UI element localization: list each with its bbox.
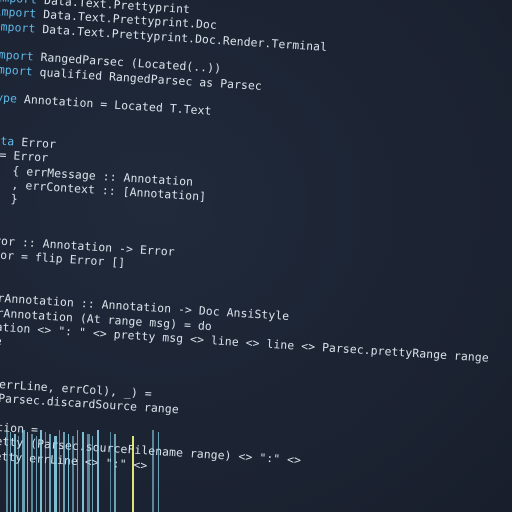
code-keyword: import	[0, 47, 35, 64]
glitch-streak	[31, 434, 33, 512]
glitch-streak	[63, 432, 65, 512]
code-line: type Annotation = Located T.Text	[0, 90, 212, 118]
glitch-streak	[132, 436, 134, 512]
glitch-streak	[27, 432, 28, 512]
glitch-streak	[36, 436, 37, 512]
code-keyword: type	[0, 89, 18, 106]
glitch-streak	[158, 432, 159, 512]
code-line: location <> ": " <> pretty msg <> line <…	[0, 318, 489, 364]
glitch-streak	[92, 436, 93, 512]
glitch-streak	[72, 436, 74, 512]
glitch-streak	[97, 430, 99, 512]
glitch-streak	[45, 432, 46, 512]
code-keyword: import	[0, 61, 34, 78]
code-text: }	[10, 191, 19, 206]
glitch-streak	[59, 430, 60, 512]
glitch-streak	[152, 430, 154, 512]
code-keyword: import	[0, 18, 36, 36]
glitch-streak	[54, 436, 57, 512]
code-text: location <> ": " <> pretty msg <> line <…	[0, 318, 490, 365]
glitch-streak	[110, 432, 111, 512]
glitch-streak	[40, 430, 42, 512]
glitch-streak	[114, 434, 116, 512]
glitch-artifact-overlay	[6, 430, 159, 512]
glitch-streak	[87, 434, 90, 512]
code-editor-viewport: import Data.Text.Prettyprintimport Data.…	[0, 0, 512, 512]
glitch-streak	[77, 430, 78, 512]
glitch-streak	[68, 434, 69, 512]
glitch-streak	[6, 430, 8, 512]
glitch-streak	[18, 436, 19, 512]
glitch-streak	[22, 430, 25, 512]
glitch-streak	[49, 434, 51, 512]
code-text: line	[0, 332, 3, 349]
code-text: Annotation = Located T.Text	[16, 91, 212, 118]
code-keyword: data	[0, 132, 15, 149]
glitch-streak	[82, 432, 84, 512]
code-line: }	[0, 190, 18, 206]
code-line: line	[0, 333, 2, 349]
glitch-streak	[14, 434, 16, 512]
glitch-streak	[10, 432, 11, 512]
